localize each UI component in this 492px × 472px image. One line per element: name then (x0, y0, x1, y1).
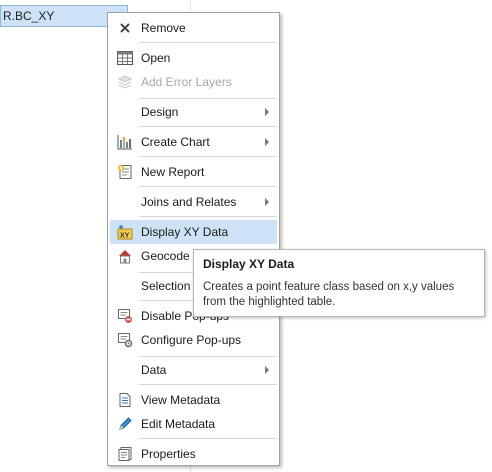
popup-disable-icon (110, 304, 140, 328)
menu-item-label: New Report (141, 165, 205, 179)
context-menu: Remove Open Add Error Layers Design Crea… (107, 12, 280, 466)
tooltip: Display XY Data Creates a point feature … (193, 249, 485, 317)
close-icon (110, 16, 140, 40)
menu-separator (139, 186, 277, 187)
menu-separator (139, 98, 277, 99)
menu-item-view-metadata[interactable]: View Metadata (110, 388, 277, 412)
menu-item-create-chart[interactable]: Create Chart (110, 130, 277, 154)
submenu-arrow-icon (265, 366, 269, 374)
submenu-arrow-icon (265, 198, 269, 206)
tooltip-title: Display XY Data (203, 257, 295, 271)
chart-icon (110, 130, 140, 154)
menu-item-add-error-layers[interactable]: Add Error Layers (110, 70, 277, 94)
submenu-arrow-icon (265, 138, 269, 146)
menu-item-design[interactable]: Design (110, 100, 277, 124)
menu-separator (139, 356, 277, 357)
menu-item-label: Remove (141, 21, 186, 35)
menu-item-joins-and-relates[interactable]: Joins and Relates (110, 190, 277, 214)
properties-icon (110, 442, 140, 466)
report-icon (110, 160, 140, 184)
menu-item-label: View Metadata (141, 393, 221, 407)
menu-item-label: Display XY Data (141, 225, 229, 239)
menu-item-label: Design (141, 105, 179, 119)
menu-item-label: Data (141, 363, 167, 377)
menu-item-edit-metadata[interactable]: Edit Metadata (110, 412, 277, 436)
menu-separator (139, 438, 277, 439)
menu-item-label: Geocode (141, 249, 190, 263)
tooltip-body: Creates a point feature class based on x… (203, 281, 455, 308)
xy-data-icon: XY (110, 220, 140, 244)
menu-item-properties[interactable]: Properties (110, 442, 277, 466)
menu-item-data[interactable]: Data (110, 358, 277, 382)
menu-item-label: Edit Metadata (141, 417, 216, 431)
menu-separator (139, 384, 277, 385)
menu-item-open[interactable]: Open (110, 46, 277, 70)
menu-item-remove[interactable]: Remove (110, 16, 277, 40)
menu-item-new-report[interactable]: New Report (110, 160, 277, 184)
menu-item-label: Add Error Layers (141, 75, 232, 89)
menu-separator (139, 126, 277, 127)
menu-item-label: Create Chart (141, 135, 210, 149)
pencil-icon (110, 412, 140, 436)
menu-item-label: Open (141, 51, 171, 65)
menu-item-label: Configure Pop-ups (141, 333, 242, 347)
menu-item-configure-pop-ups[interactable]: Configure Pop-ups (110, 328, 277, 352)
menu-separator (139, 156, 277, 157)
menu-separator (139, 42, 277, 43)
menu-separator (139, 216, 277, 217)
menu-item-display-xy-data[interactable]: XY Display XY Data (110, 220, 277, 244)
metadata-view-icon (110, 388, 140, 412)
svg-text:XY: XY (120, 233, 130, 240)
menu-item-label: Selection (141, 279, 191, 293)
submenu-arrow-icon (265, 108, 269, 116)
popup-configure-icon (110, 328, 140, 352)
geocode-icon (110, 244, 140, 268)
layers-icon (110, 70, 140, 94)
menu-item-label: Properties (141, 447, 196, 461)
menu-item-label: Joins and Relates (141, 195, 237, 209)
table-icon (110, 46, 140, 70)
